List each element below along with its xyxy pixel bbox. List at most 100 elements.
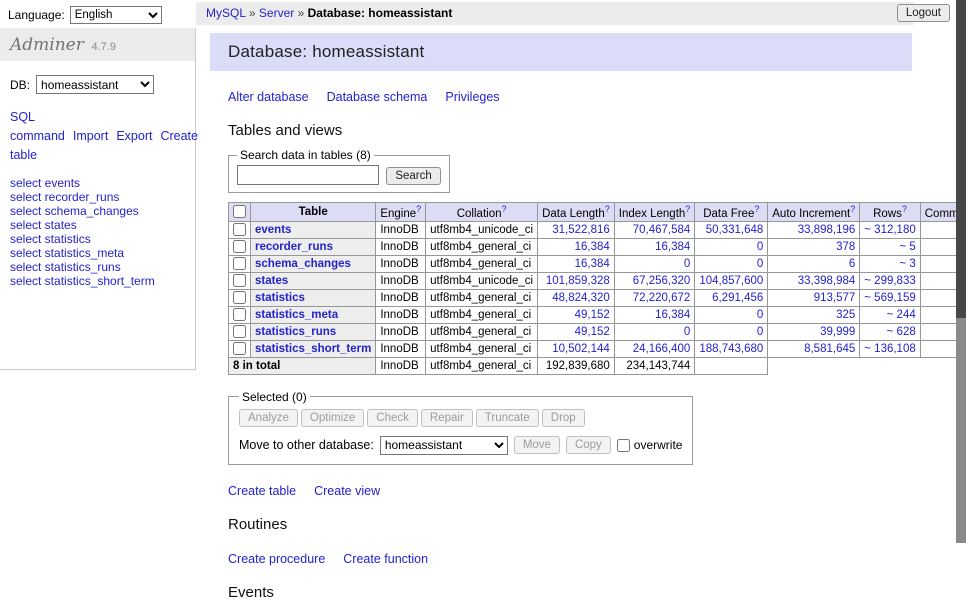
data-free-link[interactable]: 104,857,600	[699, 275, 763, 287]
data-free-link[interactable]: 50,331,648	[706, 224, 764, 236]
logout-button[interactable]: Logout	[897, 4, 950, 22]
rows-count-link[interactable]: ~ 569,159	[864, 292, 915, 304]
column-help-link[interactable]: ?	[685, 204, 690, 214]
index-length-link[interactable]: 16,384	[655, 309, 690, 321]
sidebar-link[interactable]: Import	[73, 129, 108, 143]
sidebar-table-link[interactable]: select statistics_short_term	[10, 274, 155, 288]
auto-increment-link[interactable]: 8,581,645	[804, 343, 855, 355]
sidebar-table-link[interactable]: select statistics_runs	[10, 260, 121, 274]
column-help-link[interactable]: ?	[501, 204, 506, 214]
column-help-link[interactable]: ?	[902, 204, 907, 214]
auto-increment-link[interactable]: 33,398,984	[798, 275, 856, 287]
index-length-link[interactable]: 24,166,400	[633, 343, 691, 355]
routine-link[interactable]: Create procedure	[228, 552, 325, 566]
sidebar-table-link[interactable]: select statistics_meta	[10, 246, 124, 260]
rows-count-link[interactable]: ~ 3	[899, 258, 915, 270]
row-checkbox[interactable]	[233, 291, 246, 304]
index-length-link[interactable]: 16,384	[655, 241, 690, 253]
index-length-link[interactable]: 0	[684, 326, 690, 338]
analyze-button[interactable]: Analyze	[239, 409, 298, 427]
move-button[interactable]: Move	[514, 436, 560, 454]
rows-count-link[interactable]: ~ 244	[887, 309, 916, 321]
row-checkbox[interactable]	[233, 325, 246, 338]
rows-count-link[interactable]: ~ 5	[899, 241, 915, 253]
data-length-link[interactable]: 49,152	[575, 309, 610, 321]
database-action-link[interactable]: Database schema	[327, 90, 428, 104]
db-select[interactable]: homeassistant	[36, 75, 154, 94]
table-name-link[interactable]: statistics_meta	[255, 309, 338, 321]
language-select[interactable]: English	[70, 6, 162, 24]
sidebar-table-link[interactable]: select statistics	[10, 232, 91, 246]
check-button[interactable]: Check	[367, 409, 418, 427]
column-help-link[interactable]: ?	[754, 204, 759, 214]
database-action-link[interactable]: Privileges	[445, 90, 499, 104]
row-checkbox[interactable]	[233, 274, 246, 287]
breadcrumb-link[interactable]: Server	[259, 6, 294, 20]
scrollbar[interactable]	[956, 0, 966, 543]
overwrite-option[interactable]: overwrite	[617, 438, 683, 452]
table-name-link[interactable]: states	[255, 275, 288, 287]
data-length-link[interactable]: 31,522,816	[552, 224, 610, 236]
index-length-link[interactable]: 72,220,672	[633, 292, 691, 304]
auto-increment-link[interactable]: 913,577	[814, 292, 856, 304]
move-db-select[interactable]: homeassistant	[380, 436, 508, 455]
routine-link[interactable]: Create function	[343, 552, 428, 566]
index-length-link[interactable]: 67,256,320	[633, 275, 691, 287]
data-length-link[interactable]: 16,384	[575, 241, 610, 253]
data-free-link[interactable]: 6,291,456	[712, 292, 763, 304]
overwrite-checkbox[interactable]	[617, 439, 630, 452]
auto-increment-link[interactable]: 39,999	[820, 326, 855, 338]
data-length-link[interactable]: 16,384	[575, 258, 610, 270]
drop-button[interactable]: Drop	[542, 409, 585, 427]
rows-count-link[interactable]: ~ 628	[887, 326, 916, 338]
data-free-link[interactable]: 0	[757, 326, 763, 338]
create-link[interactable]: Create view	[314, 484, 380, 498]
create-link[interactable]: Create table	[228, 484, 296, 498]
table-name-link[interactable]: schema_changes	[255, 258, 351, 270]
table-name-link[interactable]: statistics_short_term	[255, 343, 371, 355]
sidebar-table-link[interactable]: select events	[10, 176, 80, 190]
auto-increment-link[interactable]: 33,898,196	[798, 224, 856, 236]
rows-count-link[interactable]: ~ 312,180	[864, 224, 915, 236]
sidebar-link[interactable]: Export	[116, 129, 152, 143]
column-help-link[interactable]: ?	[850, 204, 855, 214]
row-checkbox[interactable]	[233, 308, 246, 321]
scrollbar-thumb[interactable]	[956, 0, 966, 318]
sidebar-table-link[interactable]: select states	[10, 218, 77, 232]
table-name-link[interactable]: statistics_runs	[255, 326, 336, 338]
select-all-checkbox[interactable]	[233, 205, 246, 218]
breadcrumb-link[interactable]: MySQL	[206, 6, 246, 20]
app-logo[interactable]: Adminer	[10, 35, 84, 55]
column-help-link[interactable]: ?	[605, 204, 610, 214]
row-checkbox[interactable]	[233, 240, 246, 253]
database-action-link[interactable]: Alter database	[228, 90, 309, 104]
data-length-link[interactable]: 49,152	[575, 326, 610, 338]
data-length-link[interactable]: 48,824,320	[552, 292, 610, 304]
sidebar-table-link[interactable]: select schema_changes	[10, 204, 139, 218]
data-length-link[interactable]: 101,859,328	[546, 275, 610, 287]
data-free-link[interactable]: 0	[757, 241, 763, 253]
data-free-link[interactable]: 0	[757, 258, 763, 270]
copy-button[interactable]: Copy	[566, 436, 611, 454]
row-checkbox[interactable]	[233, 223, 246, 236]
table-name-link[interactable]: statistics	[255, 292, 305, 304]
search-input[interactable]	[237, 165, 379, 185]
rows-count-link[interactable]: ~ 299,833	[864, 275, 915, 287]
sidebar-table-link[interactable]: select recorder_runs	[10, 190, 119, 204]
sidebar-link[interactable]: SQL command	[10, 110, 65, 143]
optimize-button[interactable]: Optimize	[301, 409, 364, 427]
data-length-link[interactable]: 10,502,144	[552, 343, 610, 355]
data-free-link[interactable]: 0	[757, 309, 763, 321]
table-name-link[interactable]: events	[255, 224, 291, 236]
truncate-button[interactable]: Truncate	[476, 409, 539, 427]
index-length-link[interactable]: 0	[684, 258, 690, 270]
table-name-link[interactable]: recorder_runs	[255, 241, 333, 253]
auto-increment-link[interactable]: 6	[849, 258, 855, 270]
rows-count-link[interactable]: ~ 136,108	[864, 343, 915, 355]
data-free-link[interactable]: 188,743,680	[699, 343, 763, 355]
column-help-link[interactable]: ?	[416, 204, 421, 214]
auto-increment-link[interactable]: 378	[836, 241, 855, 253]
index-length-link[interactable]: 70,467,584	[633, 224, 691, 236]
row-checkbox[interactable]	[233, 342, 246, 355]
search-button[interactable]: Search	[386, 167, 440, 185]
